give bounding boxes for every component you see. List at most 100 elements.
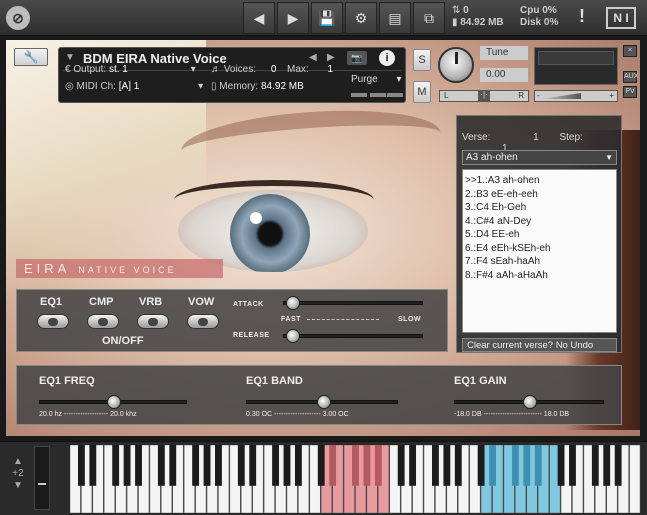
prev-instrument-icon[interactable]: ◀ <box>309 52 317 63</box>
pan-handle[interactable]: ·|· <box>478 90 490 102</box>
save-button[interactable]: 💾 <box>311 2 343 34</box>
black-key[interactable] <box>329 445 337 486</box>
pan-slider[interactable]: L ·|· R <box>439 90 529 102</box>
black-key[interactable] <box>135 445 142 486</box>
black-key[interactable] <box>112 445 120 486</box>
black-key[interactable] <box>374 445 382 486</box>
attack-handle[interactable] <box>286 296 300 310</box>
black-key[interactable] <box>569 445 576 486</box>
black-key[interactable] <box>283 445 291 486</box>
max-voices-field[interactable]: Max: 1 <box>287 64 333 75</box>
eq1-freq-label: EQ1 FREQ <box>39 375 95 387</box>
kontakt-logo-icon[interactable]: ⊘ <box>6 6 30 30</box>
black-key[interactable] <box>123 445 131 486</box>
vrb-toggle[interactable] <box>137 314 169 329</box>
eq1-freq-handle[interactable] <box>107 395 121 409</box>
black-key[interactable] <box>557 445 565 486</box>
black-key[interactable] <box>454 445 462 486</box>
black-key[interactable] <box>294 445 302 486</box>
aux-button[interactable]: AUX <box>623 71 638 83</box>
next-instrument-icon[interactable]: ▶ <box>327 52 335 63</box>
black-key[interactable] <box>363 445 371 486</box>
eq1-band-handle[interactable] <box>317 395 331 409</box>
attack-slider[interactable] <box>283 296 423 310</box>
release-handle[interactable] <box>286 329 300 343</box>
black-key[interactable] <box>534 445 542 486</box>
close-instrument-button[interactable]: × <box>623 45 637 57</box>
black-key[interactable] <box>591 445 599 486</box>
verse-item[interactable]: 3.:C4 Eh-Geh <box>465 201 616 215</box>
tune-label: Tune <box>480 46 528 60</box>
white-key[interactable] <box>629 445 641 513</box>
black-key[interactable] <box>443 445 451 486</box>
verse-item[interactable]: 4.:C#4 aN-Dey <box>465 215 616 229</box>
eq1-gain-slider[interactable] <box>454 395 604 409</box>
eq1-gain-handle[interactable] <box>523 395 537 409</box>
black-key[interactable] <box>603 445 611 486</box>
verse-item[interactable]: 8.:F#4 aAh-aHaAh <box>465 269 616 283</box>
verse-item[interactable]: 7.:F4 sEah-haAh <box>465 255 616 269</box>
volume-slider[interactable]: - + <box>534 90 618 102</box>
resize-button[interactable]: ⧉ <box>413 2 445 34</box>
pitch-wheel[interactable] <box>34 446 50 510</box>
verse-item[interactable]: 6.:E4 eEh-kSEh-eh <box>465 242 616 256</box>
cmp-toggle[interactable] <box>87 314 119 329</box>
black-key[interactable] <box>203 445 211 486</box>
octave-shift[interactable]: ▲ +2 ▼ <box>8 456 28 492</box>
settings-button[interactable]: ⚙ <box>345 2 377 34</box>
pv-button[interactable]: PV <box>623 86 637 98</box>
tune-knob[interactable] <box>438 47 474 83</box>
black-key[interactable] <box>237 445 245 486</box>
tune-value[interactable]: 0.00 <box>480 68 528 82</box>
purge-dropdown[interactable]: Purge ▾ <box>351 74 402 85</box>
verse-dropdown[interactable]: A3 ah-ohen ▼ <box>462 150 617 165</box>
black-key[interactable] <box>272 445 279 486</box>
wrench-button[interactable]: 🔧 <box>14 48 48 66</box>
eq1-toggle[interactable] <box>37 314 69 329</box>
previous-button[interactable]: ◀ <box>243 2 275 34</box>
verse-item[interactable]: 2.:B3 eE-eh-eeh <box>465 188 616 202</box>
octave-up-icon[interactable]: ▲ <box>8 456 28 468</box>
eq1-freq-slider[interactable] <box>39 395 187 409</box>
black-key[interactable] <box>409 445 417 486</box>
black-key[interactable] <box>157 445 165 486</box>
verse-item[interactable]: >>1.:A3 ah-ohen <box>465 174 616 188</box>
black-key[interactable] <box>523 445 531 486</box>
eq1-band-slider[interactable] <box>246 395 398 409</box>
black-key[interactable] <box>192 445 200 486</box>
piano-keys[interactable] <box>70 445 641 513</box>
black-key[interactable] <box>489 445 496 486</box>
ni-logo[interactable]: N I <box>606 7 636 29</box>
black-key[interactable] <box>77 445 85 486</box>
release-slider[interactable] <box>283 329 423 343</box>
collapse-icon[interactable]: ▼ <box>65 52 75 63</box>
black-key[interactable] <box>352 445 359 486</box>
snapshot-camera-button[interactable]: 📷 <box>347 51 367 65</box>
view-button[interactable]: ▤ <box>379 2 411 34</box>
black-key[interactable] <box>215 445 222 486</box>
black-key[interactable] <box>432 445 439 486</box>
instrument-panel: 🔧 ▼ BDM EIRA Native Voice ◀ ▶ 📷 i € Outp… <box>6 40 640 436</box>
black-key[interactable] <box>511 445 519 486</box>
black-key[interactable] <box>614 445 622 486</box>
verse-item[interactable]: 5.:D4 EE-eh <box>465 228 616 242</box>
verse-list[interactable]: >>1.:A3 ah-ohen 2.:B3 eE-eh-eeh 3.:C4 Eh… <box>462 169 617 333</box>
vow-toggle[interactable] <box>187 314 219 329</box>
black-key[interactable] <box>477 445 485 486</box>
clear-verse-button[interactable]: Clear current verse? No Undo <box>462 338 617 352</box>
octave-down-icon[interactable]: ▼ <box>8 480 28 492</box>
black-key[interactable] <box>397 445 405 486</box>
black-key[interactable] <box>89 445 97 486</box>
info-button[interactable]: i <box>379 50 395 66</box>
piano-keyboard[interactable] <box>70 445 641 513</box>
mute-button[interactable]: M <box>413 81 431 103</box>
midi-channel-row[interactable]: ◎ MIDI Ch: [A] 1 ▾ <box>65 81 203 92</box>
black-key[interactable] <box>169 445 177 486</box>
solo-button[interactable]: S <box>413 49 431 71</box>
warning-icon[interactable]: ! <box>572 6 592 30</box>
black-key[interactable] <box>317 445 325 486</box>
output-row[interactable]: € Output: st. 1 ▾ <box>65 64 196 75</box>
next-button[interactable]: ▶ <box>277 2 309 34</box>
black-key[interactable] <box>249 445 257 486</box>
cpu-disk-readout: Cpu 0% Disk 0% <box>520 5 558 29</box>
